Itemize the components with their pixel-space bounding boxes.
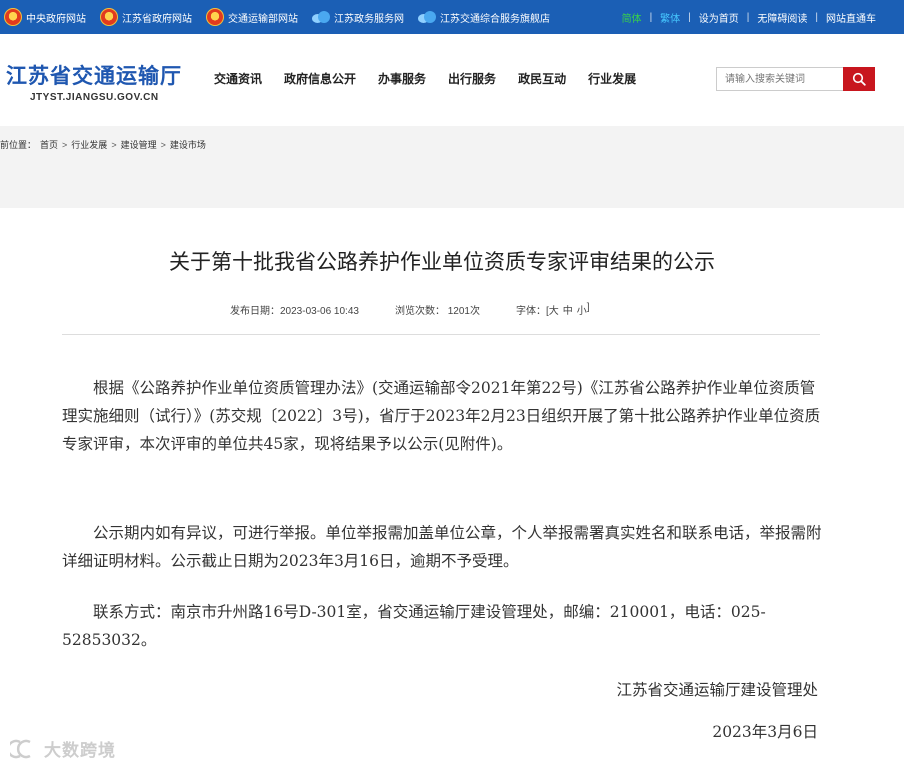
nav-industry[interactable]: 行业发展	[588, 70, 636, 87]
search-input[interactable]	[716, 67, 843, 91]
national-emblem-icon	[4, 8, 22, 26]
accessibility-link[interactable]: 无障碍阅读	[757, 10, 807, 25]
nav-interaction[interactable]: 政民互动	[518, 70, 566, 87]
link-flagship-store[interactable]: 江苏交通综合服务旗舰店	[418, 10, 550, 25]
traditional-chinese-link[interactable]: 繁体	[660, 10, 680, 25]
article-title: 关于第十批我省公路养护作业单位资质专家评审结果的公示	[169, 250, 715, 274]
national-emblem-icon	[100, 8, 118, 26]
link-label: 江苏交通综合服务旗舰店	[440, 13, 550, 25]
simplified-chinese-link[interactable]: 简体	[622, 10, 642, 25]
divider: |	[688, 11, 691, 23]
divider: |	[746, 11, 750, 23]
cloud-logo-icon	[312, 10, 330, 24]
cloud-logo-icon	[418, 10, 436, 24]
site-directory-link[interactable]: 网站直通车	[826, 10, 876, 25]
divider-line	[62, 334, 820, 335]
nav-transport-news[interactable]: 交通资讯	[214, 70, 262, 87]
breadcrumb-industry[interactable]: 行业发展	[71, 138, 107, 151]
link-label: 江苏政务服务网	[334, 13, 404, 25]
divider: |	[649, 11, 653, 23]
signature-date: 2023年3月6日	[712, 723, 818, 741]
link-label: 交通运输部网站	[228, 13, 298, 25]
search-box	[716, 67, 875, 91]
link-label: 中央政府网站	[26, 13, 86, 25]
article-paragraph-2: 公示期内如有异议，可进行举报。单位举报需加盖单位公章，个人举报需署真实姓名和联系…	[62, 524, 822, 570]
link-central-gov[interactable]: 中央政府网站	[4, 8, 86, 26]
breadcrumb-separator: >	[62, 139, 68, 150]
watermark-text: 大数跨境	[44, 741, 116, 760]
link-label: 江苏省政府网站	[122, 13, 192, 25]
nav-travel[interactable]: 出行服务	[448, 70, 496, 87]
divider: |	[815, 11, 818, 23]
main-nav: 交通资讯 政府信息公开 办事服务 出行服务 政民互动 行业发展	[214, 70, 658, 87]
font-large-button[interactable]: 大	[549, 302, 559, 317]
breadcrumb-separator: >	[111, 139, 117, 150]
view-count: 浏览次数： 1201次	[394, 306, 480, 317]
search-icon	[852, 72, 866, 86]
font-size-label: 字体：[	[516, 306, 549, 317]
search-button[interactable]	[843, 67, 875, 91]
link-ministry-transport[interactable]: 交通运输部网站	[206, 8, 298, 26]
publish-date: 发布日期：2023-03-06 10:43	[230, 306, 359, 317]
site-logo[interactable]: 江苏省交通运输厅	[6, 60, 182, 90]
article-paragraph-3: 联系方式：南京市升州路16号D-301室，省交通运输厅建设管理处，邮编：2100…	[62, 603, 766, 649]
breadcrumb-construction[interactable]: 建设管理	[121, 138, 157, 151]
breadcrumb-separator: >	[160, 139, 166, 150]
article: 关于第十批我省公路养护作业单位资质专家评审结果的公示 发布日期：2023-03-…	[0, 208, 904, 767]
signature: 江苏省交通运输厅建设管理处	[616, 681, 818, 699]
nav-services[interactable]: 办事服务	[378, 70, 426, 87]
link-jiangsu-gov[interactable]: 江苏省政府网站	[100, 8, 192, 26]
breadcrumb-prefix: 前位置：	[0, 140, 37, 150]
link-jiangsu-service[interactable]: 江苏政务服务网	[312, 10, 404, 25]
font-small-button[interactable]: 小	[577, 302, 587, 317]
site-domain: JTYST.JIANGSU.GOV.CN	[30, 92, 159, 103]
breadcrumb-market[interactable]: 建设市场	[170, 138, 206, 151]
watermark-logo-icon	[10, 739, 31, 758]
article-paragraph-1: 根据《公路养护作业单位资质管理办法》(交通运输部令2021年第22号)《江苏省公…	[62, 379, 821, 453]
breadcrumb-band: 前位置： 首页 > 行业发展 > 建设管理 > 建设市场	[0, 126, 904, 208]
font-size-control: 字体：[ 大 中 小 ]	[516, 302, 590, 317]
top-bar: 中央政府网站 江苏省政府网站 交通运输部网站 江苏政务服务网 江苏交通综合服务旗…	[0, 0, 904, 34]
breadcrumb-home[interactable]: 首页	[40, 138, 58, 151]
font-medium-button[interactable]: 中	[563, 302, 573, 317]
font-size-bracket: ]	[586, 302, 590, 313]
set-homepage-link[interactable]: 设为首页	[699, 10, 739, 25]
watermark: 大数跨境	[10, 736, 116, 761]
top-utility-links: 简体 | 繁体 | 设为首页 | 无障碍阅读 | 网站直通车	[622, 0, 876, 34]
national-emblem-icon	[206, 8, 224, 26]
site-header: 江苏省交通运输厅 JTYST.JIANGSU.GOV.CN 交通资讯 政府信息公…	[0, 34, 904, 126]
nav-gov-info[interactable]: 政府信息公开	[284, 70, 356, 87]
gov-links: 中央政府网站 江苏省政府网站 交通运输部网站 江苏政务服务网 江苏交通综合服务旗…	[4, 0, 564, 34]
breadcrumb: 前位置： 首页 > 行业发展 > 建设管理 > 建设市场	[0, 138, 206, 151]
article-meta: 发布日期：2023-03-06 10:43 浏览次数： 1201次 字体：[ 大…	[230, 302, 590, 317]
